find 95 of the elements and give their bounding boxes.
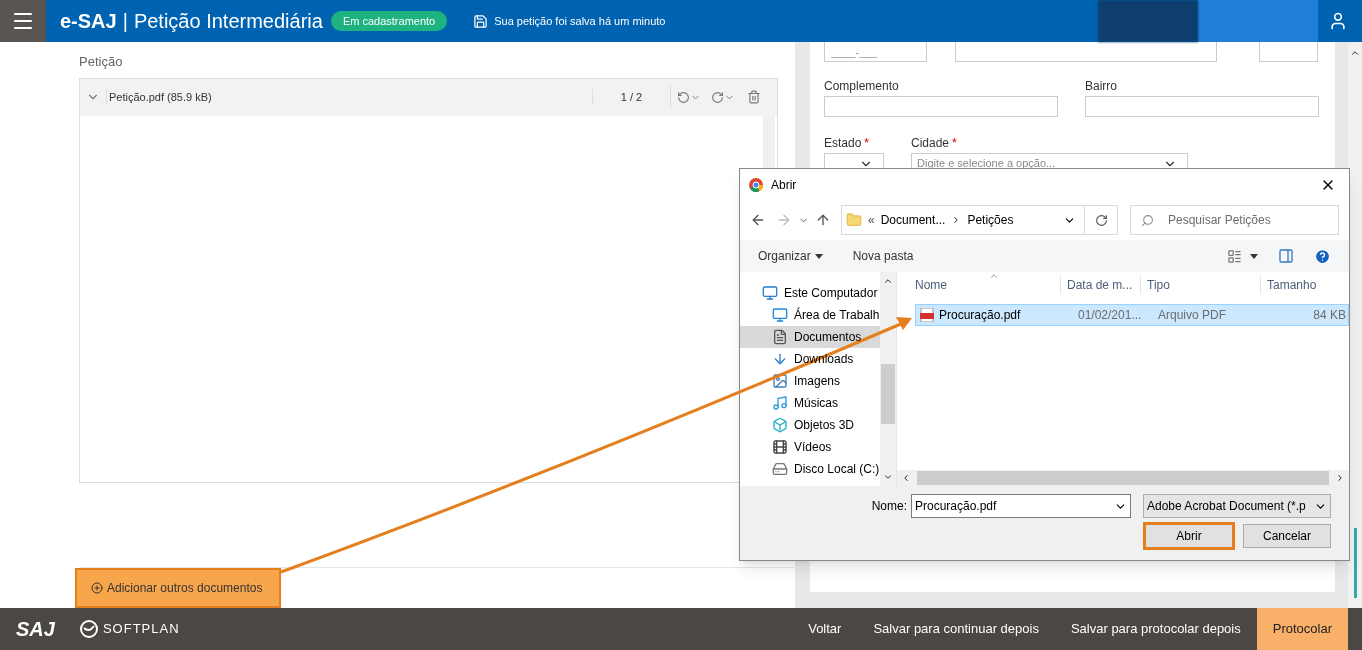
- column-header[interactable]: Nome: [897, 276, 1061, 294]
- add-documents-button[interactable]: Adicionar outros documentos: [75, 568, 281, 608]
- search-icon: [1141, 213, 1154, 227]
- path-segment[interactable]: Document...: [880, 211, 946, 229]
- field-label: Complemento: [824, 78, 900, 95]
- download-icon: [772, 351, 788, 367]
- preview-pane-icon[interactable]: [1278, 248, 1294, 264]
- file-row[interactable]: Procuração.pdf 01/02/201... Arquivo PDF 84 KB: [915, 304, 1349, 326]
- text-field[interactable]: [955, 42, 1217, 62]
- plus-icon: [91, 582, 103, 594]
- document-name: Petição.pdf (85.9 kB): [106, 88, 212, 106]
- desktop-icon: [772, 307, 788, 323]
- footer-action-button[interactable]: Protocolar: [1256, 608, 1348, 650]
- dialog-button[interactable]: Abrir: [1145, 524, 1233, 548]
- file-type-select[interactable]: Adobe Acrobat Document (*.p: [1143, 494, 1331, 518]
- help-icon[interactable]: [1314, 247, 1331, 265]
- up-icon[interactable]: [815, 212, 831, 228]
- browser-logo-icon: [749, 177, 763, 192]
- saj-logo: SAJ: [16, 617, 55, 642]
- scroll-left-icon[interactable]: [901, 473, 911, 483]
- view-options-icon[interactable]: [1227, 248, 1242, 264]
- dialog-button[interactable]: Cancelar: [1243, 524, 1331, 548]
- scrollbar-thumb[interactable]: [1353, 528, 1357, 598]
- page-counter: 1 / 2: [592, 88, 670, 106]
- scrollbar[interactable]: [897, 470, 1349, 486]
- sort-icon: [989, 271, 999, 281]
- folder-nav-item[interactable]: Área de Trabalh: [740, 304, 880, 326]
- footer-action-button[interactable]: Salvar para protocolar depois: [1054, 608, 1257, 650]
- scroll-up-icon[interactable]: [1350, 48, 1360, 58]
- cep-field[interactable]: ____-___: [824, 42, 927, 62]
- folder-nav-item[interactable]: Este Computador: [740, 282, 880, 304]
- menu-button[interactable]: [0, 0, 46, 42]
- save-icon: [473, 13, 489, 29]
- folder-nav-item[interactable]: Imagens: [740, 370, 880, 392]
- footer-action-button[interactable]: Voltar: [792, 608, 858, 650]
- computer-icon: [762, 285, 778, 301]
- folder-nav-item[interactable]: Objetos 3D: [740, 414, 880, 436]
- refresh-icon: [1094, 213, 1108, 227]
- save-notice: Sua petição foi salva há um minuto: [494, 13, 666, 29]
- folder-nav-item[interactable]: Músicas: [740, 392, 880, 414]
- filename-label: Nome:: [871, 498, 907, 515]
- address-bar[interactable]: « Document... Petições: [841, 205, 1118, 235]
- search-field[interactable]: Pesquisar Petições: [1130, 205, 1339, 235]
- brand-name: e-SAJ: [60, 9, 117, 34]
- section-label: Petição: [79, 53, 124, 71]
- film-icon: [772, 439, 788, 455]
- organize-menu[interactable]: Organizar: [758, 247, 823, 265]
- status-badge: Em cadastramento: [330, 10, 448, 32]
- file-type: Arquivo PDF: [1158, 307, 1228, 324]
- column-header[interactable]: Tipo: [1141, 276, 1261, 294]
- title-separator: |: [122, 9, 128, 34]
- dialog-title: Abrir: [771, 176, 797, 194]
- delete-icon[interactable]: [747, 90, 761, 104]
- cube-icon: [772, 417, 788, 433]
- forward-icon[interactable]: [776, 212, 792, 228]
- music-note-icon: [772, 395, 788, 411]
- scroll-down-icon[interactable]: [883, 472, 893, 482]
- page-title: Petição Intermediária: [133, 9, 323, 34]
- column-header[interactable]: Data de m...: [1061, 276, 1141, 294]
- column-header[interactable]: Tamanho: [1261, 276, 1317, 294]
- file-date: 01/02/201...: [1078, 307, 1143, 324]
- scroll-right-icon[interactable]: [1335, 473, 1345, 483]
- footer-action-button[interactable]: Salvar para continuar depois: [857, 608, 1055, 650]
- caret-icon[interactable]: [1250, 253, 1258, 259]
- user-icon[interactable]: [1328, 11, 1348, 31]
- folder-icon: [846, 212, 862, 228]
- folder-nav-item[interactable]: Disco Local (C:): [740, 458, 880, 480]
- scrollbar[interactable]: [880, 272, 896, 486]
- field-label: Estado *: [824, 135, 871, 152]
- filename-field[interactable]: Procuração.pdf: [911, 494, 1131, 518]
- pdf-file-icon: [920, 308, 934, 322]
- softplan-logo-icon: [78, 619, 99, 639]
- field-label: Cidade *: [911, 135, 958, 152]
- path-segment[interactable]: Petições: [967, 211, 1014, 229]
- new-folder-button[interactable]: Nova pasta: [852, 247, 914, 265]
- scroll-up-icon[interactable]: [883, 276, 893, 286]
- text-field[interactable]: [1085, 96, 1319, 117]
- file-size: 84 KB: [1312, 307, 1347, 324]
- scrollbar-thumb[interactable]: [881, 364, 895, 424]
- text-field[interactable]: [824, 96, 1058, 117]
- folder-nav-item[interactable]: Vídeos: [740, 436, 880, 458]
- rotate-left-icon[interactable]: [677, 90, 690, 104]
- image-icon: [772, 373, 788, 389]
- document-icon: [772, 329, 788, 345]
- caret-icon: [814, 253, 823, 259]
- text-field[interactable]: [1259, 42, 1318, 62]
- softplan-logo: SOFTPLAN: [102, 620, 180, 639]
- field-label: Bairro: [1085, 78, 1118, 95]
- path-overflow-marker[interactable]: «: [868, 211, 875, 229]
- rotate-right-icon[interactable]: [711, 90, 724, 104]
- folder-nav-item[interactable]: Documentos: [740, 326, 880, 348]
- file-name: Procuração.pdf: [939, 307, 1022, 324]
- scrollbar[interactable]: [1348, 42, 1362, 608]
- back-icon[interactable]: [750, 212, 766, 228]
- scrollbar-thumb[interactable]: [917, 471, 1329, 485]
